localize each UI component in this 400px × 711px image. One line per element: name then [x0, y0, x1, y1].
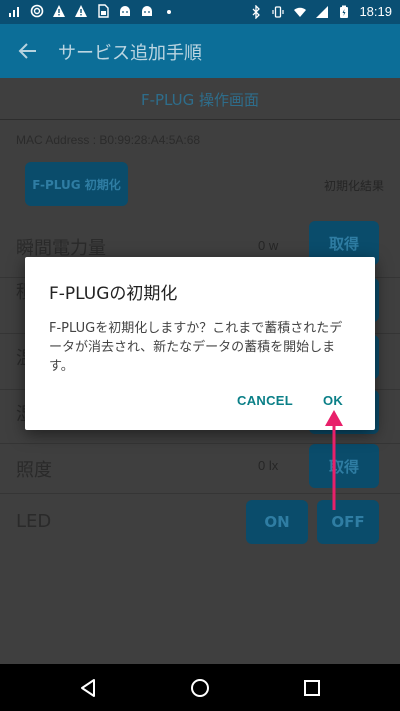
battery-icon	[337, 5, 351, 19]
init-confirm-dialog: F-PLUGの初期化 F-PLUGを初期化しますか？これまで蓄積されたデータが消…	[25, 257, 375, 430]
page-title: サービス追加手順	[58, 43, 202, 64]
row-value: 0 w	[258, 238, 279, 253]
sim-icon	[96, 4, 110, 18]
init-fplug-button[interactable]: F-PLUG 初期化	[25, 162, 128, 206]
ok-button[interactable]: OK	[323, 393, 343, 408]
app-bar: サービス追加手順	[0, 24, 400, 78]
system-icons: 18:19	[249, 4, 392, 19]
signal-icon	[8, 4, 22, 18]
row-value: 0 lx	[258, 458, 279, 473]
status-bar: 18:19	[0, 0, 400, 24]
navigation-bar	[0, 664, 400, 711]
warning-icon	[52, 4, 66, 18]
row-label: 照度	[16, 460, 52, 481]
mac-address: MAC Address : B0:99:28:A4:5A:68	[16, 133, 201, 147]
nav-back-icon[interactable]	[76, 676, 100, 700]
cancel-button[interactable]: CANCEL	[237, 393, 293, 408]
notification-icons	[8, 4, 176, 18]
section-header: F-PLUG 操作画面	[0, 78, 400, 120]
clock: 18:19	[359, 4, 392, 19]
vibrate-icon	[271, 5, 285, 19]
cell-icon	[315, 5, 329, 19]
dot-icon	[162, 4, 176, 18]
nav-home-icon[interactable]	[188, 676, 212, 700]
spiral-icon	[30, 4, 44, 18]
warning-icon	[74, 4, 88, 18]
bluetooth-icon	[249, 4, 263, 19]
dialog-title: F-PLUGの初期化	[49, 284, 178, 304]
section-header-label: F-PLUG 操作画面	[140, 91, 260, 109]
annotation-arrow-icon	[325, 410, 343, 510]
dialog-message: F-PLUGを初期化しますか？これまで蓄積されたデータが消去され、新たなデータの…	[49, 321, 343, 374]
led-label: LED	[16, 511, 52, 532]
led-on-button[interactable]: ON	[246, 500, 308, 544]
back-arrow-icon[interactable]	[16, 39, 40, 63]
android-icon	[140, 4, 154, 18]
android-icon	[118, 4, 132, 18]
nav-recents-icon[interactable]	[300, 676, 324, 700]
init-result-label: 初期化結果	[323, 179, 384, 193]
wifi-icon	[293, 5, 307, 19]
